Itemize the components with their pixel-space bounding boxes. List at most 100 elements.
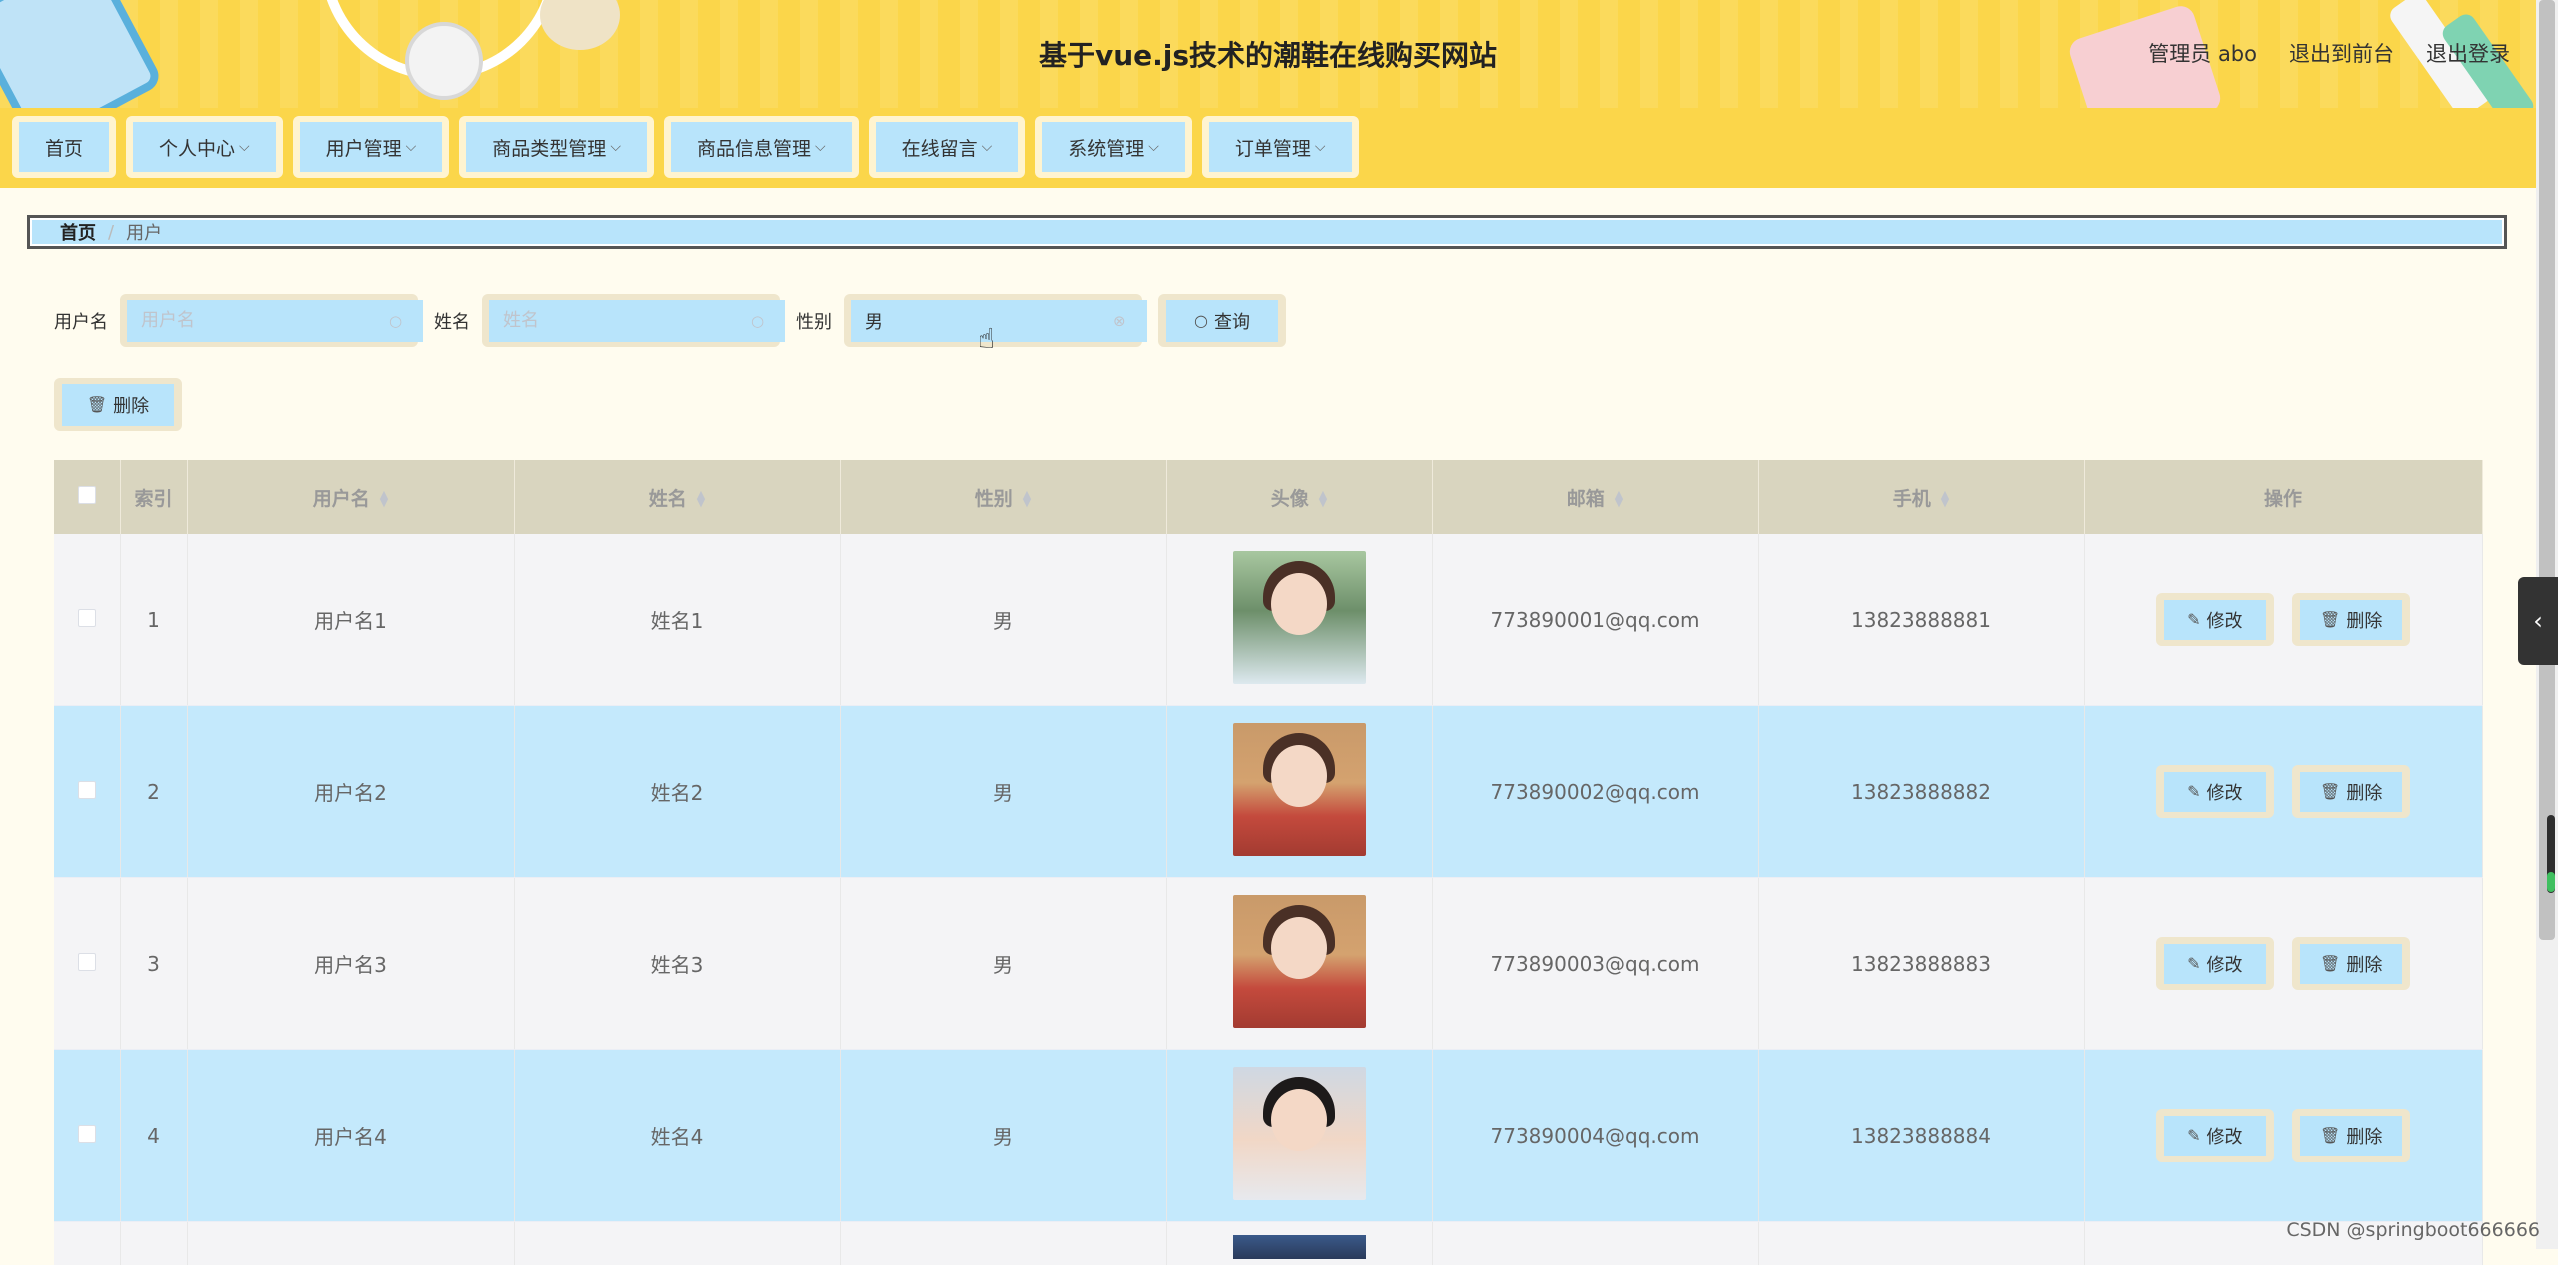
table-row: 2 用户名2 姓名2 男 773890002@qq.com 1382388888… bbox=[54, 706, 2482, 878]
table-row: 1 用户名1 姓名1 男 773890001@qq.com 1382388888… bbox=[54, 534, 2482, 706]
cell-gender: 男 bbox=[840, 534, 1166, 706]
sort-caret-icon[interactable]: ▲▼ bbox=[697, 491, 705, 507]
nav-item-product-info-management[interactable]: 商品信息管理⌵ bbox=[664, 116, 859, 178]
name-filter-input[interactable] bbox=[489, 300, 785, 342]
column-header-label: 手机 bbox=[1893, 488, 1931, 510]
nav-menu: 首页 个人中心⌵ 用户管理⌵ 商品类型管理⌵ 商品信息管理⌵ 在线留言⌵ 系统管… bbox=[12, 116, 1359, 178]
edit-button-frame: ✎ 修改 bbox=[2156, 1109, 2274, 1162]
nav-item-label: 用户管理 bbox=[326, 134, 402, 161]
user-table: 索引 用户名▲▼ 姓名▲▼ 性别▲▼ 头像▲▼ 邮箱▲▼ 手机▲▼ 操作 1 用… bbox=[54, 460, 2482, 1265]
delete-button[interactable]: 🗑删除 bbox=[2300, 772, 2402, 812]
nav-item-order-management[interactable]: 订单管理⌵ bbox=[1202, 116, 1359, 178]
cell-index: 1 bbox=[120, 534, 187, 706]
edit-button[interactable]: ✎ 修改 bbox=[2164, 1116, 2266, 1156]
edit-icon: ✎ bbox=[2187, 610, 2200, 629]
scrollbar-thumb[interactable] bbox=[2539, 0, 2555, 940]
edit-button[interactable]: ✎修改 bbox=[2164, 944, 2266, 984]
nav-item-label: 系统管理 bbox=[1068, 134, 1144, 161]
row-checkbox[interactable] bbox=[78, 781, 96, 799]
edit-button-label: 修改 bbox=[2207, 1123, 2243, 1149]
edit-button-frame: ✎ 修改 bbox=[2156, 765, 2274, 818]
delete-button-label: 删除 bbox=[2346, 607, 2382, 633]
cell-username: 用户名3 bbox=[187, 878, 514, 1050]
column-header-gender[interactable]: 性别 ▲▼ bbox=[840, 460, 1166, 534]
cell-name: 姓名2 bbox=[514, 706, 840, 878]
nav-item-personal-center[interactable]: 个人中心⌵ bbox=[126, 116, 283, 178]
to-front-link[interactable]: 退出到前台 bbox=[2289, 38, 2394, 68]
avatar[interactable] bbox=[1233, 1235, 1366, 1259]
edit-icon: ✎ bbox=[2187, 1126, 2200, 1145]
column-header-phone[interactable]: 手机 ▲▼ bbox=[1758, 460, 2084, 534]
nav-item-label: 在线留言 bbox=[902, 134, 978, 161]
side-indicator-active bbox=[2547, 872, 2555, 892]
breadcrumb-home[interactable]: 首页 bbox=[60, 219, 96, 245]
edit-button[interactable]: ✎修改 bbox=[2164, 600, 2266, 640]
delete-button[interactable]: 🗑删除 bbox=[2300, 944, 2402, 984]
cell-gender: 男 bbox=[840, 878, 1166, 1050]
column-header-label: 索引 bbox=[134, 488, 172, 510]
search-form: 用户名 ○ 姓名 ○ 性别 ⊗ ○ 查询 bbox=[54, 294, 1286, 347]
edit-button[interactable]: ✎ 修改 bbox=[2164, 772, 2266, 812]
table-header-row: 索引 用户名▲▼ 姓名▲▼ 性别▲▼ 头像▲▼ 邮箱▲▼ 手机▲▼ 操作 bbox=[54, 460, 2482, 534]
batch-delete-button[interactable]: 🗑 删除 bbox=[62, 384, 174, 426]
gender-filter-label: 性别 bbox=[796, 308, 832, 334]
cell-actions: ✎ 修改 🗑删除 bbox=[2084, 1050, 2482, 1222]
cell-index: 3 bbox=[120, 878, 187, 1050]
cell-phone: 13823888884 bbox=[1758, 1050, 2084, 1222]
column-header-index: 索引 bbox=[120, 460, 187, 534]
avatar[interactable] bbox=[1233, 723, 1366, 856]
sort-caret-icon[interactable]: ▲▼ bbox=[1023, 491, 1031, 507]
cell-actions: ✎ 修改 🗑删除 bbox=[2084, 706, 2482, 878]
avatar[interactable] bbox=[1233, 895, 1366, 1028]
edit-icon: ✎ bbox=[2187, 782, 2200, 801]
nav-item-label: 商品信息管理 bbox=[697, 134, 811, 161]
side-panel-toggle[interactable]: ‹ bbox=[2518, 577, 2558, 665]
breadcrumb-current: 用户 bbox=[126, 219, 162, 245]
username-filter-frame: ○ bbox=[120, 294, 418, 347]
nav-item-online-message[interactable]: 在线留言⌵ bbox=[869, 116, 1026, 178]
delete-button[interactable]: 🗑删除 bbox=[2300, 1116, 2402, 1156]
username-filter-input[interactable] bbox=[127, 300, 423, 342]
column-header-label: 性别 bbox=[975, 488, 1013, 510]
nav-item-product-type-management[interactable]: 商品类型管理⌵ bbox=[459, 116, 654, 178]
row-checkbox[interactable] bbox=[78, 953, 96, 971]
chevron-down-icon: ⌵ bbox=[406, 139, 417, 155]
column-header-username[interactable]: 用户名▲▼ bbox=[187, 460, 514, 534]
cell-phone: 13823888883 bbox=[1758, 878, 2084, 1050]
edit-button-label: 修改 bbox=[2207, 779, 2243, 805]
trash-icon: 🗑 bbox=[2320, 1126, 2340, 1145]
column-header-avatar[interactable]: 头像▲▼ bbox=[1166, 460, 1432, 534]
nav-item-system-management[interactable]: 系统管理⌵ bbox=[1035, 116, 1192, 178]
query-button[interactable]: ○ 查询 bbox=[1166, 300, 1278, 342]
sort-caret-icon[interactable]: ▲▼ bbox=[380, 491, 388, 507]
cell-gender: 男 bbox=[840, 706, 1166, 878]
avatar[interactable] bbox=[1233, 551, 1366, 684]
nav-item-home[interactable]: 首页 bbox=[12, 116, 116, 178]
avatar[interactable] bbox=[1233, 1067, 1366, 1200]
search-icon: ○ bbox=[751, 312, 773, 330]
trash-icon: 🗑 bbox=[2320, 954, 2340, 973]
delete-button-frame: 🗑删除 bbox=[2292, 765, 2410, 818]
sort-caret-icon[interactable]: ▲▼ bbox=[1941, 491, 1949, 507]
delete-button[interactable]: 🗑删除 bbox=[2300, 600, 2402, 640]
column-header-label: 姓名 bbox=[649, 488, 687, 510]
cell-email: 773890004@qq.com bbox=[1432, 1050, 1758, 1222]
select-all-checkbox[interactable] bbox=[78, 486, 96, 504]
table-row: 4 用户名4 姓名4 男 773890004@qq.com 1382388888… bbox=[54, 1050, 2482, 1222]
delete-button-label: 删除 bbox=[2346, 779, 2382, 805]
column-header-name[interactable]: 姓名 ▲▼ bbox=[514, 460, 840, 534]
nav-item-user-management[interactable]: 用户管理⌵ bbox=[293, 116, 450, 178]
cell-phone: 13823888882 bbox=[1758, 706, 2084, 878]
row-checkbox[interactable] bbox=[78, 1125, 96, 1143]
column-header-email[interactable]: 邮箱▲▼ bbox=[1432, 460, 1758, 534]
delete-button-frame: 🗑删除 bbox=[2292, 937, 2410, 990]
chevron-down-icon: ⌵ bbox=[239, 139, 250, 155]
logout-link[interactable]: 退出登录 bbox=[2426, 38, 2510, 68]
row-checkbox[interactable] bbox=[78, 609, 96, 627]
circle-close-icon[interactable]: ⊗ bbox=[1113, 312, 1135, 330]
sort-caret-icon[interactable]: ▲▼ bbox=[1615, 491, 1623, 507]
sort-caret-icon[interactable]: ▲▼ bbox=[1319, 491, 1327, 507]
top-header: 基于vue.js技术的潮鞋在线购买网站 管理员 abo 退出到前台 退出登录 bbox=[0, 0, 2536, 108]
username-filter-label: 用户名 bbox=[54, 308, 108, 334]
cell-username: 用户名1 bbox=[187, 534, 514, 706]
